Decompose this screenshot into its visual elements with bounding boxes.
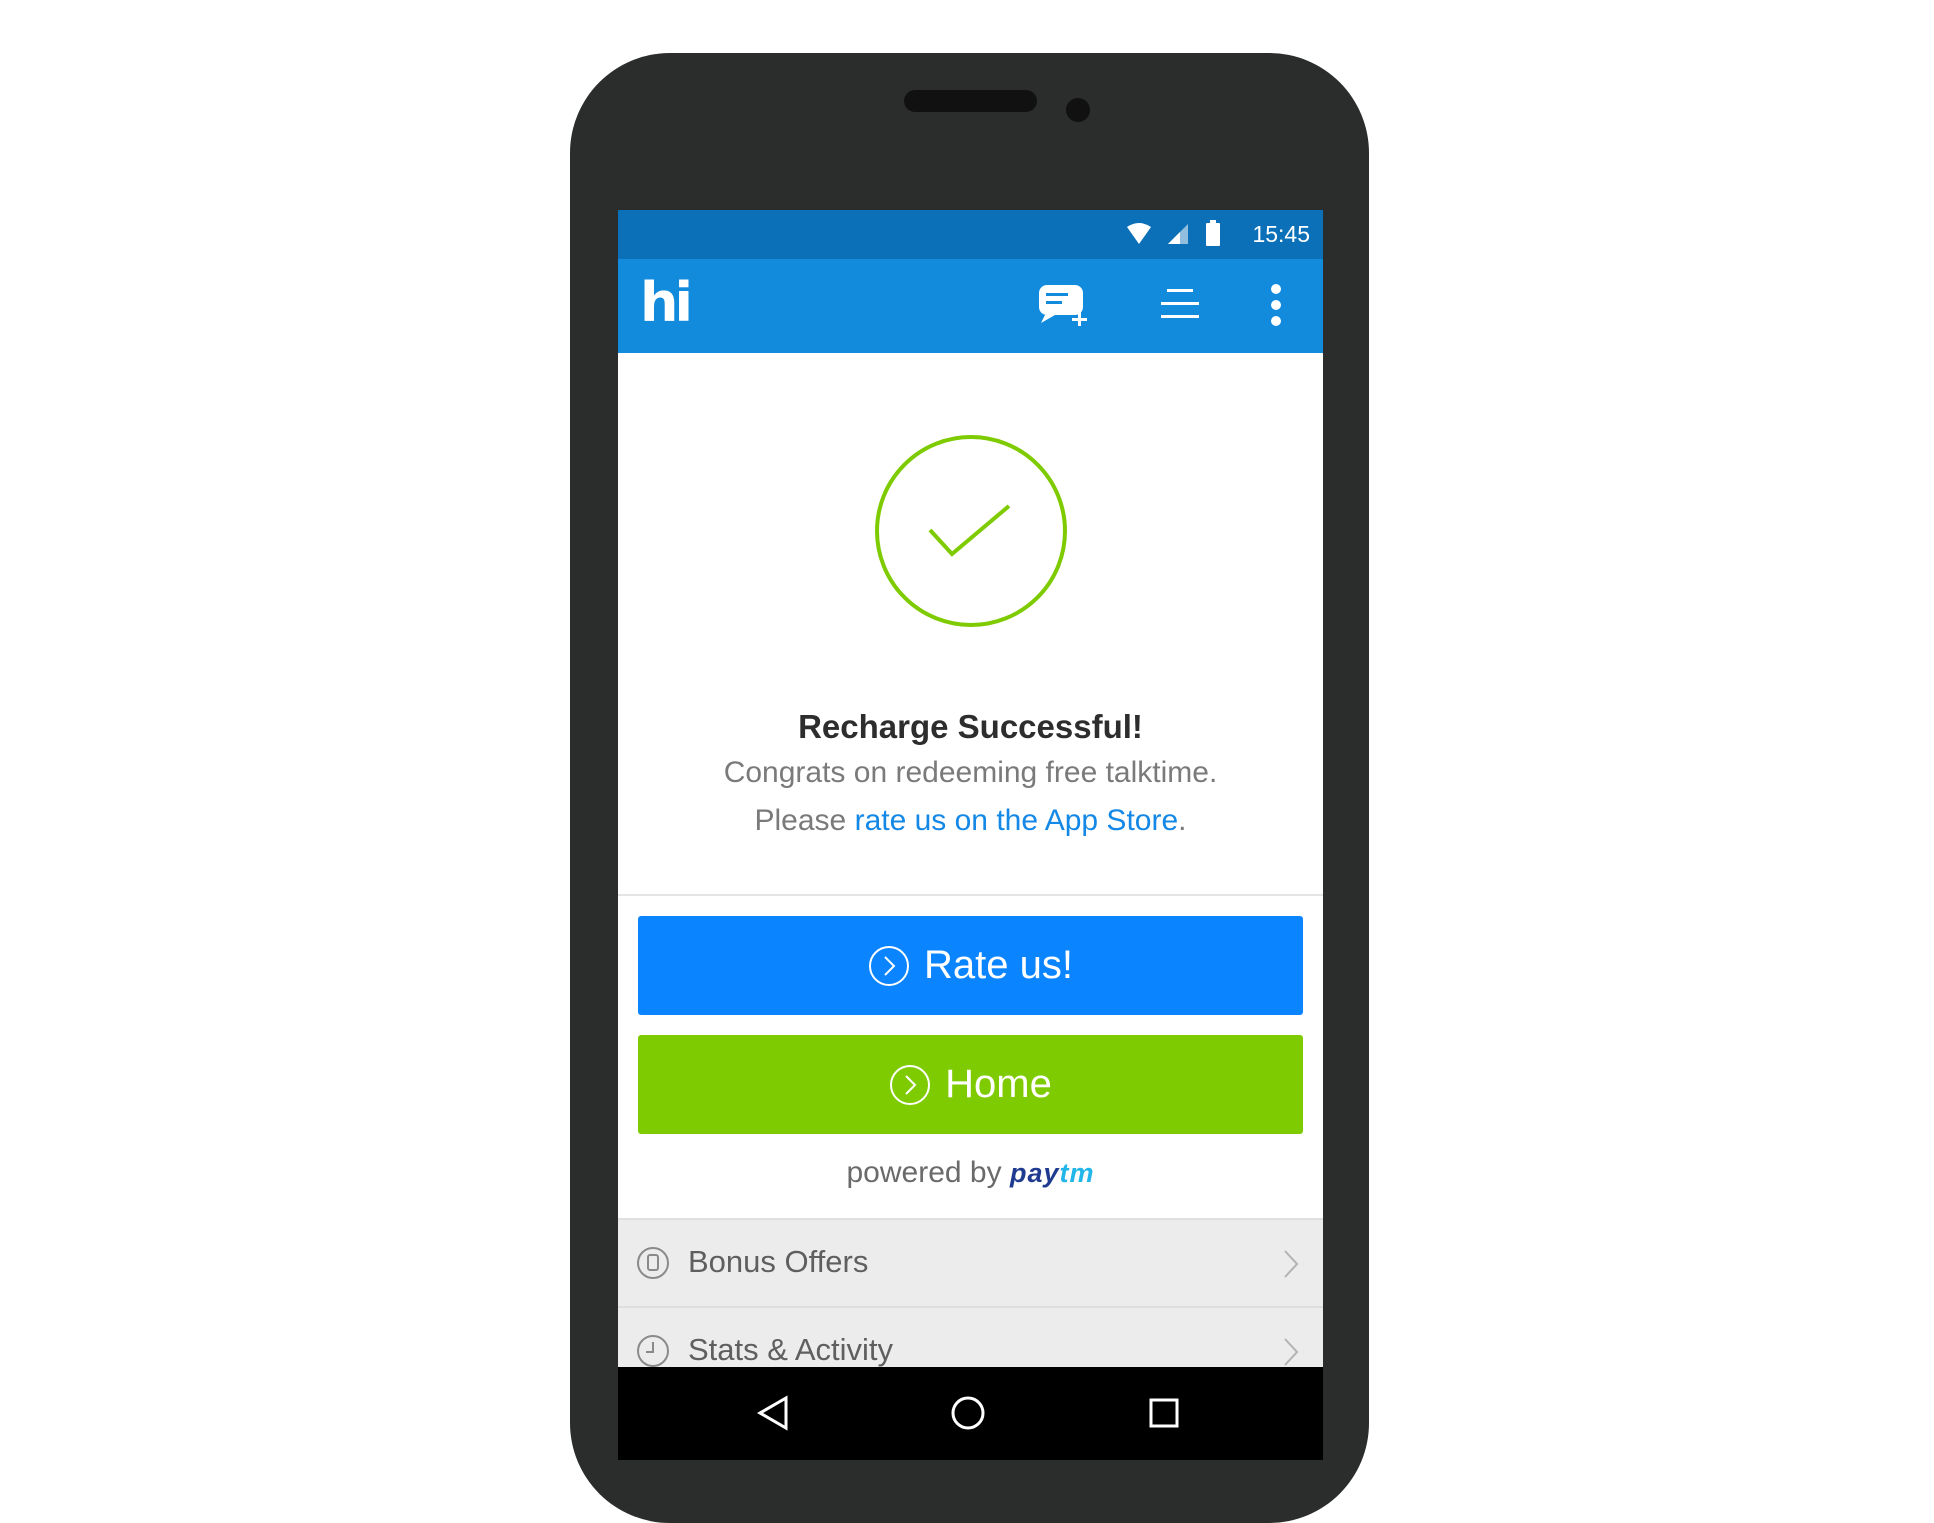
new-message-icon[interactable]	[1037, 279, 1093, 329]
success-title: Recharge Successful!	[798, 708, 1143, 745]
back-icon[interactable]	[756, 1395, 790, 1431]
chevron-circle-icon	[890, 1064, 931, 1105]
menu-list-icon[interactable]	[1159, 286, 1201, 322]
status-bar: 15:45	[618, 210, 1323, 259]
paytm-logo: paytm	[1009, 1158, 1095, 1188]
chevron-right-icon	[1284, 1250, 1299, 1278]
list-item-bonus-offers[interactable]: Bonus Offers	[618, 1220, 1323, 1308]
rate-prompt: Please rate us on the App Store.	[618, 804, 1323, 838]
recents-icon[interactable]	[1149, 1398, 1179, 1428]
rate-us-button[interactable]: Rate us!	[638, 916, 1303, 1015]
phone-screen: 15:45 hi Recharge Successful! Congrats o…	[618, 210, 1323, 1460]
check-circle-icon	[873, 433, 1069, 629]
divider	[618, 894, 1323, 896]
list-item-label: Stats & Activity	[688, 1332, 894, 1367]
more-vert-icon[interactable]	[1269, 283, 1283, 327]
home-button[interactable]: Home	[638, 1035, 1303, 1134]
chevron-right-icon	[1284, 1338, 1299, 1366]
chevron-circle-icon	[869, 945, 910, 986]
signal-icon	[1168, 224, 1188, 244]
rate-us-label: Rate us!	[924, 943, 1073, 987]
app-store-link[interactable]: rate us on the App Store	[855, 804, 1179, 837]
rate-prompt-suffix: .	[1178, 804, 1187, 837]
nav-bar	[618, 1367, 1323, 1460]
phone-camera	[1066, 98, 1090, 122]
app-logo[interactable]: hi	[640, 271, 693, 334]
success-message: Congrats on redeeming free talktime.	[723, 756, 1218, 789]
battery-icon	[1206, 220, 1220, 246]
bonus-icon	[637, 1247, 669, 1279]
clock-icon	[637, 1335, 669, 1367]
wifi-icon	[1127, 223, 1151, 244]
list-item-label: Bonus Offers	[688, 1244, 869, 1279]
app-bar: hi	[618, 259, 1323, 353]
powered-by-text: powered by	[846, 1156, 1002, 1189]
status-time: 15:45	[1252, 221, 1310, 247]
phone-speaker	[904, 90, 1037, 112]
rate-prompt-prefix: Please	[754, 804, 855, 837]
home-label: Home	[945, 1062, 1052, 1106]
home-nav-icon[interactable]	[950, 1395, 986, 1431]
powered-by: powered by paytm	[618, 1156, 1323, 1190]
